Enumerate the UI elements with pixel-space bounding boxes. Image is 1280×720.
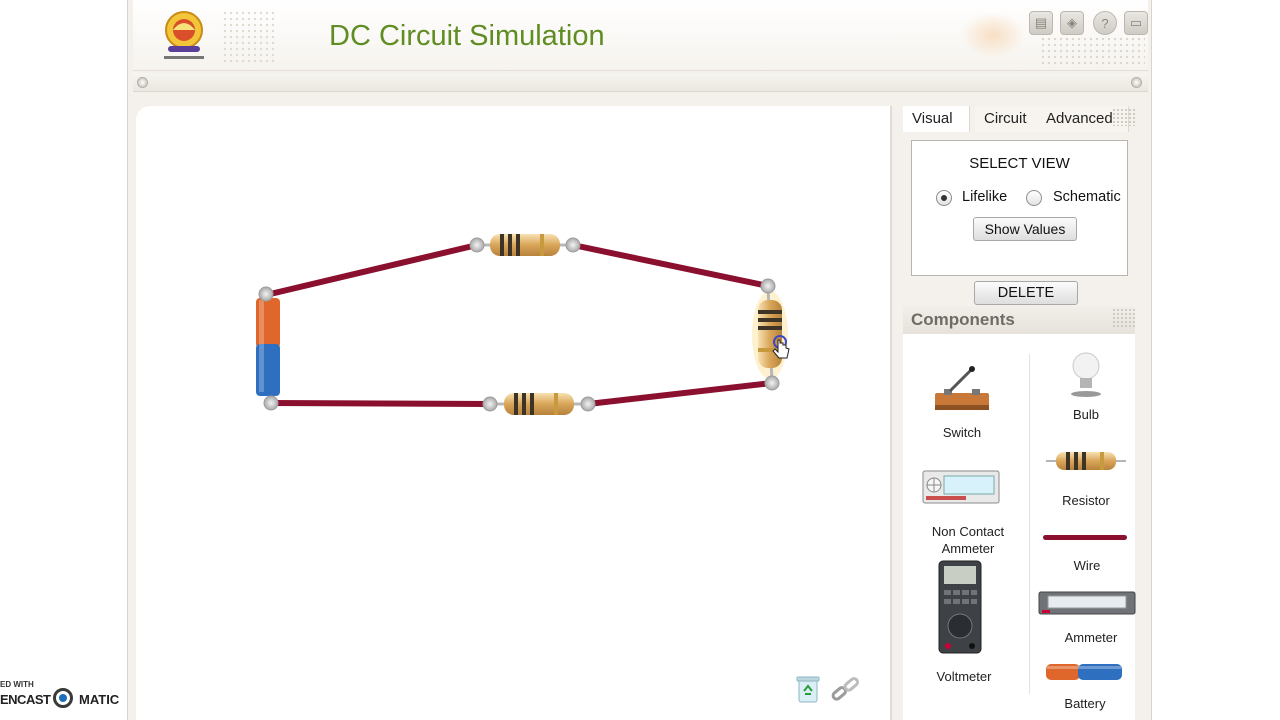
bulb-label: Bulb xyxy=(1072,407,1100,422)
tab-bar-grip xyxy=(1112,108,1136,126)
components-title: Components xyxy=(911,310,1015,329)
components-grip xyxy=(1112,308,1136,328)
select-view-title: SELECT VIEW xyxy=(969,155,1070,172)
schematic-label: Schematic xyxy=(1053,189,1121,205)
connection-nodes xyxy=(258,237,780,412)
watermark-brand-right: MATIC xyxy=(79,692,120,707)
switch-component[interactable] xyxy=(934,365,990,411)
components-divider xyxy=(1029,354,1030,694)
schematic-radio[interactable] xyxy=(1026,190,1042,206)
battery-label: Battery xyxy=(1064,696,1106,711)
lifelike-label: Lifelike xyxy=(962,189,1008,205)
non-contact-ammeter-component[interactable] xyxy=(922,470,1000,504)
ammeter-component[interactable] xyxy=(1038,591,1136,615)
resistor-right xyxy=(752,285,788,384)
connect-link-icon[interactable] xyxy=(830,676,862,704)
battery xyxy=(256,298,280,396)
wire-bottom-right xyxy=(585,380,775,407)
resistor-label: Resistor xyxy=(1062,493,1110,508)
wire-component[interactable] xyxy=(1043,535,1127,540)
wire-segments xyxy=(263,242,775,407)
wire-label: Wire xyxy=(1073,558,1101,573)
voltmeter-label: Voltmeter xyxy=(936,669,992,684)
resistor-component[interactable] xyxy=(1046,450,1126,472)
select-view-panel: SELECT VIEW xyxy=(911,140,1128,276)
switch-label: Switch xyxy=(942,425,982,440)
show-values-button[interactable]: Show Values xyxy=(973,217,1077,241)
tab-bar: Visual Circuit Advanced xyxy=(903,106,1135,132)
bulb-component[interactable] xyxy=(1070,350,1102,398)
recycle-bin-icon[interactable] xyxy=(796,674,820,704)
wire-top-right xyxy=(570,242,771,289)
watermark-brand-left: ENCAST xyxy=(0,692,51,707)
lifelike-radio[interactable] xyxy=(936,190,952,206)
non-contact-ammeter-label: Non Contact Ammeter xyxy=(931,524,1005,556)
voltmeter-component[interactable] xyxy=(938,560,982,654)
battery-component[interactable] xyxy=(1045,662,1123,682)
watermark-line1: ED WITH xyxy=(0,680,34,689)
resistor-bottom xyxy=(490,393,588,415)
resistor-top xyxy=(477,234,573,256)
tab-visual[interactable]: Visual xyxy=(903,106,970,132)
wire-bottom-left xyxy=(268,400,493,407)
delete-button[interactable]: DELETE xyxy=(974,281,1078,305)
watermark-logo-icon xyxy=(53,688,73,708)
wire-top-left xyxy=(263,242,480,298)
ammeter-label: Ammeter xyxy=(1064,630,1118,645)
